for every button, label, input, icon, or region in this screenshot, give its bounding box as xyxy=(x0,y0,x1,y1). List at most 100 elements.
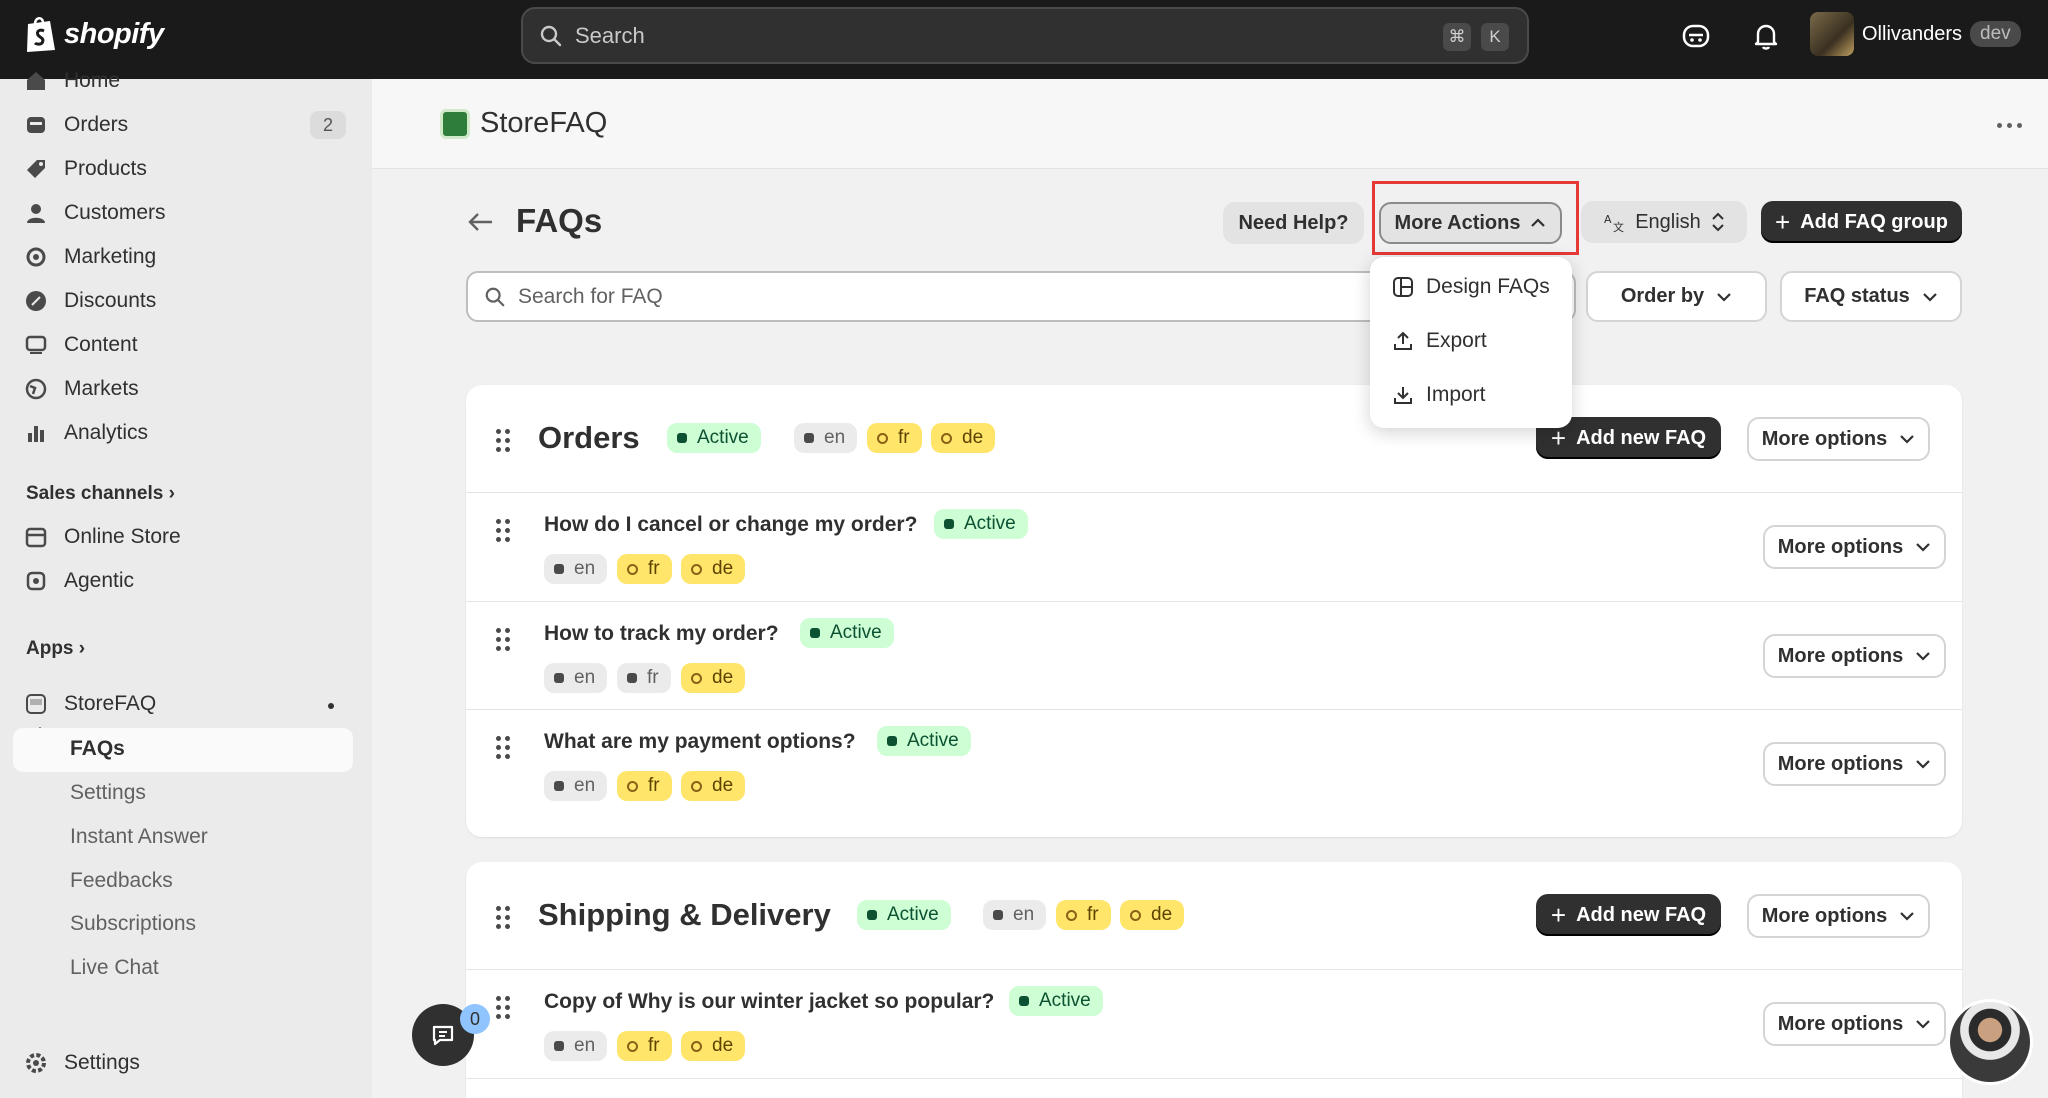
lang-badge-en: en xyxy=(544,771,608,801)
drag-handle-icon[interactable] xyxy=(496,996,510,1019)
status-badge: Active xyxy=(1009,986,1103,1016)
faq-question[interactable]: What are my payment options? xyxy=(544,730,856,754)
group-header-row: Shipping & Delivery Active en fr de + Ad… xyxy=(466,862,1962,970)
sidebar-item-content[interactable]: Content xyxy=(24,325,138,365)
person-icon xyxy=(24,201,48,225)
add-new-faq-button[interactable]: + Add new FAQ xyxy=(1536,894,1721,936)
sidebar-item-label: Products xyxy=(64,157,147,180)
sidebar-item-label: Analytics xyxy=(64,421,149,444)
sidebar-item-home[interactable]: Home xyxy=(24,61,120,101)
drag-handle-icon[interactable] xyxy=(496,429,510,452)
lang-badge-en: en xyxy=(794,423,858,453)
group-more-options-button[interactable]: More options xyxy=(1747,894,1930,938)
sidebar-item-label: Agentic xyxy=(64,569,135,592)
bell-icon[interactable] xyxy=(1750,20,1782,52)
sidebar-item-label: Orders xyxy=(64,113,129,136)
more-menu-icon[interactable] xyxy=(1997,123,2022,128)
global-search-input[interactable]: Search ⌘ K xyxy=(521,7,1529,64)
language-selector[interactable]: A文 English xyxy=(1581,201,1747,243)
shortcut-k-key: K xyxy=(1481,23,1509,51)
sidebar-item-products[interactable]: Products xyxy=(24,149,147,189)
apps-heading[interactable]: Apps › xyxy=(26,638,85,660)
dropdown-item-export[interactable]: Export xyxy=(1392,329,1487,353)
order-by-button[interactable]: Order by xyxy=(1586,271,1767,322)
group-title: Shipping & Delivery xyxy=(538,897,831,932)
group-more-options-button[interactable]: More options xyxy=(1747,417,1930,461)
tag-icon xyxy=(24,157,48,181)
sidebar-subitem-feedbacks[interactable]: Feedbacks xyxy=(70,869,173,893)
shopify-logo[interactable]: shopify xyxy=(24,14,164,54)
add-faq-group-button[interactable]: + Add FAQ group xyxy=(1761,201,1962,243)
back-arrow-icon[interactable] xyxy=(466,210,496,234)
sidebar-item-label: Content xyxy=(64,333,138,356)
faq-question[interactable]: How do I cancel or change my order? xyxy=(544,513,917,537)
drag-handle-icon[interactable] xyxy=(496,736,510,759)
faq-row: What are my payment options? Active en f… xyxy=(466,710,1962,837)
faq-status-button[interactable]: FAQ status xyxy=(1780,271,1962,322)
chevron-down-icon xyxy=(1923,292,1937,302)
sidebar-subitem-faqs[interactable]: FAQs xyxy=(70,737,125,761)
faq-question[interactable]: Copy of Why is our winter jacket so popu… xyxy=(544,990,994,1014)
lang-badge-fr: fr xyxy=(617,663,671,693)
store-avatar xyxy=(1810,12,1854,56)
sidebar-subitem-live-chat[interactable]: Live Chat xyxy=(70,956,159,980)
plus-icon: + xyxy=(1775,206,1791,237)
chevron-down-icon xyxy=(1900,435,1915,444)
sidebar-item-orders[interactable]: Orders xyxy=(24,105,128,145)
orders-count-badge: 2 xyxy=(310,111,346,139)
storefaq-logo-icon xyxy=(440,108,470,139)
content-icon xyxy=(24,333,48,357)
sidebar-item-discounts[interactable]: Discounts xyxy=(24,281,156,321)
faq-more-options-button[interactable]: More options xyxy=(1763,634,1946,678)
search-placeholder: Search xyxy=(575,22,645,48)
drag-handle-icon[interactable] xyxy=(496,519,510,542)
chat-count-badge: 0 xyxy=(460,1004,490,1034)
status-badge: Active xyxy=(800,618,894,648)
sidebar: Home Orders 2 Products Customers Marketi… xyxy=(0,69,372,1098)
faq-more-options-button[interactable]: More options xyxy=(1763,525,1946,569)
sidebar-subitem-subscriptions[interactable]: Subscriptions xyxy=(70,912,196,936)
lang-badge-de: de xyxy=(681,554,746,584)
sidebar-item-label: Discounts xyxy=(64,289,157,312)
sidebar-subitem-settings[interactable]: Settings xyxy=(70,781,146,805)
chevron-down-icon xyxy=(1900,912,1915,921)
lang-badge-de: de xyxy=(931,423,996,453)
drag-handle-icon[interactable] xyxy=(496,628,510,651)
bar-chart-icon xyxy=(24,421,48,445)
status-badge: Active xyxy=(667,423,761,453)
sidebar-item-markets[interactable]: Markets xyxy=(24,369,139,409)
sales-channels-heading[interactable]: Sales channels › xyxy=(26,483,175,505)
sidebar-item-label: StoreFAQ xyxy=(64,692,157,715)
app-title: StoreFAQ xyxy=(440,107,607,140)
sidekick-icon[interactable] xyxy=(1680,20,1712,52)
sidebar-item-label: Markets xyxy=(64,377,139,400)
orders-icon xyxy=(24,113,48,137)
dropdown-item-import[interactable]: Import xyxy=(1392,383,1486,407)
store-icon xyxy=(24,525,48,549)
lang-badge-fr: fr xyxy=(617,1031,672,1061)
faq-more-options-button[interactable]: More options xyxy=(1763,742,1946,786)
sidebar-item-settings[interactable]: Settings xyxy=(24,1043,140,1083)
dropdown-item-design-faqs[interactable]: Design FAQs xyxy=(1392,275,1550,299)
need-help-button[interactable]: Need Help? xyxy=(1223,202,1364,244)
sidebar-item-agentic[interactable]: Agentic xyxy=(24,561,134,601)
download-icon xyxy=(1394,387,1412,404)
faq-question[interactable]: How to track my order? xyxy=(544,622,779,646)
sidebar-subitem-instant-answer[interactable]: Instant Answer xyxy=(70,825,208,849)
user-menu[interactable]: Ollivanders dev xyxy=(1810,12,2021,56)
translate-icon: A文 xyxy=(1604,213,1624,233)
sidebar-item-marketing[interactable]: Marketing xyxy=(24,237,156,277)
highlight-annotation-box xyxy=(1372,181,1579,255)
faq-more-options-button[interactable]: More options xyxy=(1763,1002,1946,1046)
sidebar-item-storefaq[interactable]: StoreFAQ xyxy=(24,684,156,724)
sidebar-item-online-store[interactable]: Online Store xyxy=(24,517,181,557)
globe-icon xyxy=(24,377,48,401)
drag-handle-icon[interactable] xyxy=(496,906,510,929)
plus-icon: + xyxy=(1550,899,1567,930)
lang-badge-en: en xyxy=(983,900,1047,930)
sidebar-item-customers[interactable]: Customers xyxy=(24,193,166,233)
app-pin-dot xyxy=(328,703,334,709)
sidebar-item-analytics[interactable]: Analytics xyxy=(24,413,148,453)
support-agent-avatar[interactable] xyxy=(1947,999,2033,1085)
target-icon xyxy=(24,245,48,269)
